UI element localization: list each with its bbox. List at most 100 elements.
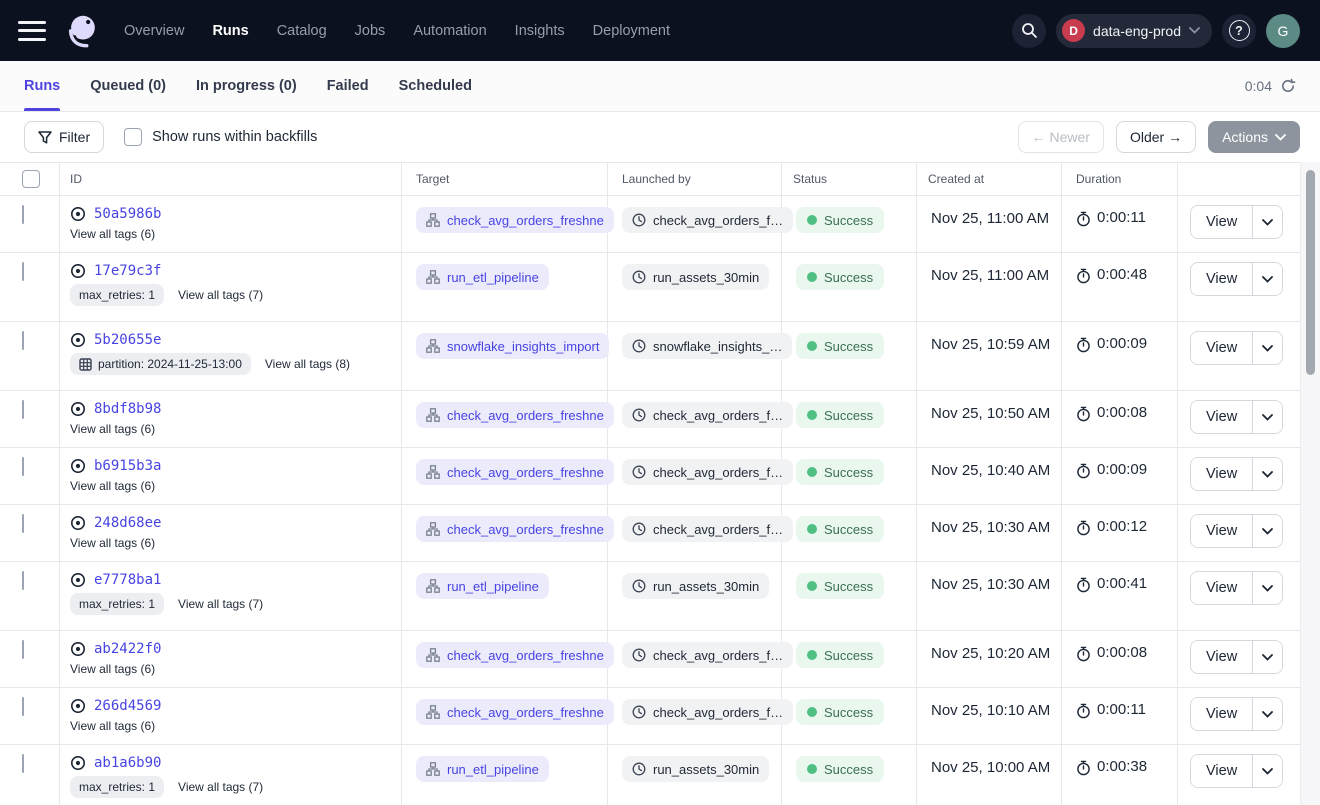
menu-icon[interactable]	[18, 21, 46, 41]
view-button[interactable]: View	[1191, 332, 1252, 364]
nav-item-catalog[interactable]: Catalog	[277, 23, 327, 39]
run-id-link[interactable]: 248d68ee	[94, 515, 161, 531]
run-id-link[interactable]: ab1a6b90	[94, 755, 161, 771]
launched-by-pill[interactable]: check_avg_orders_f…	[622, 459, 793, 485]
view-all-tags-link[interactable]: View all tags (6)	[70, 227, 155, 241]
launched-by-pill[interactable]: check_avg_orders_f…	[622, 402, 793, 428]
launched-by-pill[interactable]: check_avg_orders_f…	[622, 516, 793, 542]
view-button[interactable]: View	[1191, 572, 1252, 604]
view-dropdown-button[interactable]	[1252, 458, 1282, 490]
run-id-link[interactable]: 17e79c3f	[94, 263, 161, 279]
view-dropdown-button[interactable]	[1252, 698, 1282, 730]
view-button[interactable]: View	[1191, 401, 1252, 433]
select-all-checkbox[interactable]	[22, 170, 40, 188]
row-checkbox[interactable]	[22, 457, 24, 476]
view-dropdown-button[interactable]	[1252, 572, 1282, 604]
row-checkbox[interactable]	[22, 697, 24, 716]
target-pill[interactable]: check_avg_orders_freshne	[416, 642, 614, 668]
launched-by-pill[interactable]: check_avg_orders_f…	[622, 699, 793, 725]
view-dropdown-button[interactable]	[1252, 515, 1282, 547]
tab-in-progress[interactable]: In progress (0)	[196, 61, 297, 111]
run-id-link[interactable]: 5b20655e	[94, 332, 161, 348]
view-all-tags-link[interactable]: View all tags (6)	[70, 536, 155, 550]
view-all-tags-link[interactable]: View all tags (7)	[178, 780, 263, 794]
view-dropdown-button[interactable]	[1252, 401, 1282, 433]
launched-by-pill[interactable]: check_avg_orders_f…	[622, 642, 793, 668]
view-button[interactable]: View	[1191, 755, 1252, 787]
view-button[interactable]: View	[1191, 206, 1252, 238]
view-all-tags-link[interactable]: View all tags (7)	[178, 597, 263, 611]
run-id-link[interactable]: e7778ba1	[94, 572, 161, 588]
avatar[interactable]: G	[1266, 14, 1300, 48]
target-pill[interactable]: run_etl_pipeline	[416, 756, 549, 782]
target-pill[interactable]: check_avg_orders_freshne	[416, 207, 614, 233]
row-checkbox[interactable]	[22, 331, 24, 350]
view-button[interactable]: View	[1191, 263, 1252, 295]
launched-by-pill[interactable]: run_assets_30min	[622, 264, 769, 290]
launched-by-pill[interactable]: snowflake_insights_…	[622, 333, 792, 359]
run-id-link[interactable]: ab2422f0	[94, 641, 161, 657]
target-pill[interactable]: snowflake_insights_import	[416, 333, 609, 359]
view-dropdown-button[interactable]	[1252, 332, 1282, 364]
help-button[interactable]: ?	[1222, 14, 1256, 48]
older-button[interactable]: Older →	[1116, 121, 1196, 153]
deployment-switcher[interactable]: D data-eng-prod	[1056, 14, 1212, 48]
target-pill[interactable]: check_avg_orders_freshne	[416, 699, 614, 725]
dagster-logo[interactable]	[62, 11, 102, 51]
tab-scheduled[interactable]: Scheduled	[399, 61, 472, 111]
view-button[interactable]: View	[1191, 458, 1252, 490]
scrollbar-track[interactable]	[1300, 162, 1320, 805]
backfills-checkbox[interactable]	[124, 128, 142, 146]
view-dropdown-button[interactable]	[1252, 755, 1282, 787]
target-pill[interactable]: run_etl_pipeline	[416, 573, 549, 599]
nav-item-automation[interactable]: Automation	[413, 23, 486, 39]
row-checkbox[interactable]	[22, 640, 24, 659]
run-tag-pill[interactable]: partition: 2024-11-25-13:00	[70, 353, 251, 375]
target-pill[interactable]: check_avg_orders_freshne	[416, 402, 614, 428]
view-all-tags-link[interactable]: View all tags (6)	[70, 479, 155, 493]
view-all-tags-link[interactable]: View all tags (6)	[70, 719, 155, 733]
run-tag-pill[interactable]: max_retries: 1	[70, 284, 164, 306]
nav-item-overview[interactable]: Overview	[124, 23, 184, 39]
target-pill[interactable]: run_etl_pipeline	[416, 264, 549, 290]
run-id-link[interactable]: 8bdf8b98	[94, 401, 161, 417]
run-id-link[interactable]: 266d4569	[94, 698, 161, 714]
scrollbar-thumb[interactable]	[1306, 170, 1315, 375]
nav-item-runs[interactable]: Runs	[212, 23, 248, 39]
refresh-icon[interactable]	[1280, 78, 1296, 94]
nav-item-deployment[interactable]: Deployment	[593, 23, 670, 39]
run-tag-pill[interactable]: max_retries: 1	[70, 776, 164, 798]
row-checkbox[interactable]	[22, 754, 24, 773]
view-button[interactable]: View	[1191, 641, 1252, 673]
target-pill[interactable]: check_avg_orders_freshne	[416, 459, 614, 485]
tab-failed[interactable]: Failed	[327, 61, 369, 111]
nav-item-insights[interactable]: Insights	[515, 23, 565, 39]
view-button[interactable]: View	[1191, 515, 1252, 547]
view-all-tags-link[interactable]: View all tags (8)	[265, 357, 350, 371]
row-checkbox[interactable]	[22, 514, 24, 533]
tab-runs[interactable]: Runs	[24, 61, 60, 111]
launched-by-pill[interactable]: run_assets_30min	[622, 756, 769, 782]
view-dropdown-button[interactable]	[1252, 206, 1282, 238]
nav-item-jobs[interactable]: Jobs	[355, 23, 386, 39]
row-checkbox[interactable]	[22, 400, 24, 419]
view-dropdown-button[interactable]	[1252, 641, 1282, 673]
newer-button[interactable]: ← Newer	[1018, 121, 1104, 153]
target-pill[interactable]: check_avg_orders_freshne	[416, 516, 614, 542]
view-all-tags-link[interactable]: View all tags (7)	[178, 288, 263, 302]
run-id-link[interactable]: b6915b3a	[94, 458, 161, 474]
view-all-tags-link[interactable]: View all tags (6)	[70, 662, 155, 676]
view-button[interactable]: View	[1191, 698, 1252, 730]
run-id-link[interactable]: 50a5986b	[94, 206, 161, 222]
launched-by-pill[interactable]: run_assets_30min	[622, 573, 769, 599]
view-all-tags-link[interactable]: View all tags (6)	[70, 422, 155, 436]
tab-queued[interactable]: Queued (0)	[90, 61, 166, 111]
row-checkbox[interactable]	[22, 262, 24, 281]
row-checkbox[interactable]	[22, 205, 24, 224]
launched-by-pill[interactable]: check_avg_orders_f…	[622, 207, 793, 233]
actions-button[interactable]: Actions	[1208, 121, 1300, 153]
filter-button[interactable]: Filter	[24, 121, 104, 153]
run-tag-pill[interactable]: max_retries: 1	[70, 593, 164, 615]
row-checkbox[interactable]	[22, 571, 24, 590]
view-dropdown-button[interactable]	[1252, 263, 1282, 295]
